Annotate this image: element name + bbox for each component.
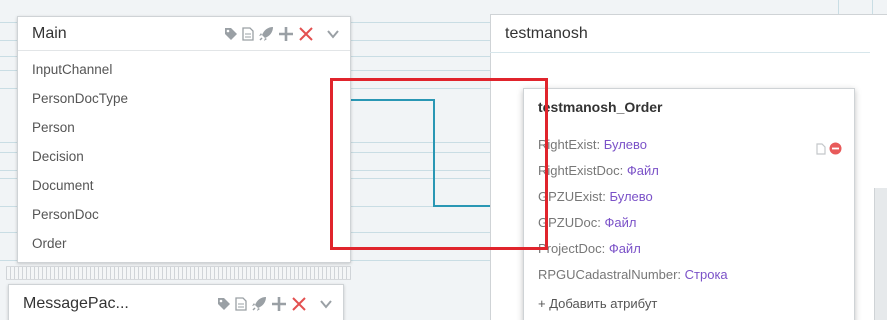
attribute-name: GPZUDoc:: [538, 215, 605, 230]
order-panel-header[interactable]: testmanosh_Order: [524, 89, 854, 125]
entity-item-persondoctype[interactable]: PersonDocType: [18, 84, 350, 113]
canvas-scroll-stub[interactable]: [874, 188, 887, 320]
messagepac-entity-panel[interactable]: MessagePac...: [8, 284, 344, 320]
attribute-name: GPZUExist:: [538, 189, 610, 204]
panel-separator: [6, 266, 351, 280]
chevron-down-icon[interactable]: [319, 295, 333, 313]
attribute-type: Файл: [604, 215, 637, 230]
attribute-name: RPGUCadastralNumber:: [538, 267, 685, 282]
close-icon[interactable]: [291, 295, 307, 313]
order-panel-title: testmanosh_Order: [538, 99, 663, 115]
close-icon[interactable]: [298, 25, 314, 43]
tag-icon[interactable]: [217, 295, 231, 313]
attribute-name: RightExist:: [538, 137, 604, 152]
tag-icon[interactable]: [224, 25, 238, 43]
attribute-type: Булево: [609, 189, 653, 204]
attribute-row[interactable]: GPZUExist: Булево: [524, 184, 854, 210]
attribute-type: Строка: [684, 267, 728, 282]
main-entity-panel[interactable]: Main InputChannel PersonDocType Person D…: [17, 16, 351, 263]
entity-item-document[interactable]: Document: [18, 171, 350, 200]
main-panel-header[interactable]: Main: [18, 17, 350, 51]
rocket-icon[interactable]: [251, 295, 267, 313]
attribute-row[interactable]: ProjectDoc: Файл: [524, 236, 854, 262]
main-panel-title: Main: [32, 24, 67, 42]
main-entity-list: InputChannel PersonDocType Person Decisi…: [18, 51, 350, 258]
attribute-type: Файл: [608, 241, 641, 256]
entity-item-decision[interactable]: Decision: [18, 142, 350, 171]
attribute-name: ProjectDoc:: [538, 241, 609, 256]
attribute-type: Файл: [626, 163, 659, 178]
entity-item-order[interactable]: Order: [18, 229, 350, 258]
chevron-down-icon[interactable]: [326, 25, 340, 43]
rocket-icon[interactable]: [258, 25, 274, 43]
messagepac-panel-title: MessagePac...: [23, 294, 129, 312]
order-attribute-list: RightExist: Булево RightExistDoc: Файл G…: [524, 125, 854, 317]
entity-item-inputchannel[interactable]: InputChannel: [18, 55, 350, 84]
attribute-name: RightExistDoc:: [538, 163, 627, 178]
plus-icon[interactable]: [278, 25, 294, 43]
plus-icon[interactable]: [271, 295, 287, 313]
testmanosh-panel-title: testmanosh: [505, 25, 588, 42]
attribute-row[interactable]: RightExistDoc: Файл: [524, 158, 854, 184]
testmanosh-panel-header[interactable]: testmanosh: [491, 15, 887, 53]
messagepac-panel-header[interactable]: MessagePac...: [9, 285, 343, 320]
document-icon[interactable]: [242, 25, 254, 43]
entity-item-persondoc[interactable]: PersonDoc: [18, 200, 350, 229]
add-attribute-link[interactable]: + Добавить атрибут: [524, 291, 854, 317]
order-entity-panel[interactable]: testmanosh_Order RightExist: Булево Righ…: [523, 88, 855, 320]
attribute-row[interactable]: GPZUDoc: Файл: [524, 210, 854, 236]
attribute-type: Булево: [603, 137, 648, 152]
attribute-row[interactable]: RightExist: Булево: [524, 132, 854, 158]
document-icon[interactable]: [235, 295, 247, 313]
attribute-row[interactable]: RPGUCadastralNumber: Строка: [524, 262, 854, 288]
entity-item-person[interactable]: Person: [18, 113, 350, 142]
